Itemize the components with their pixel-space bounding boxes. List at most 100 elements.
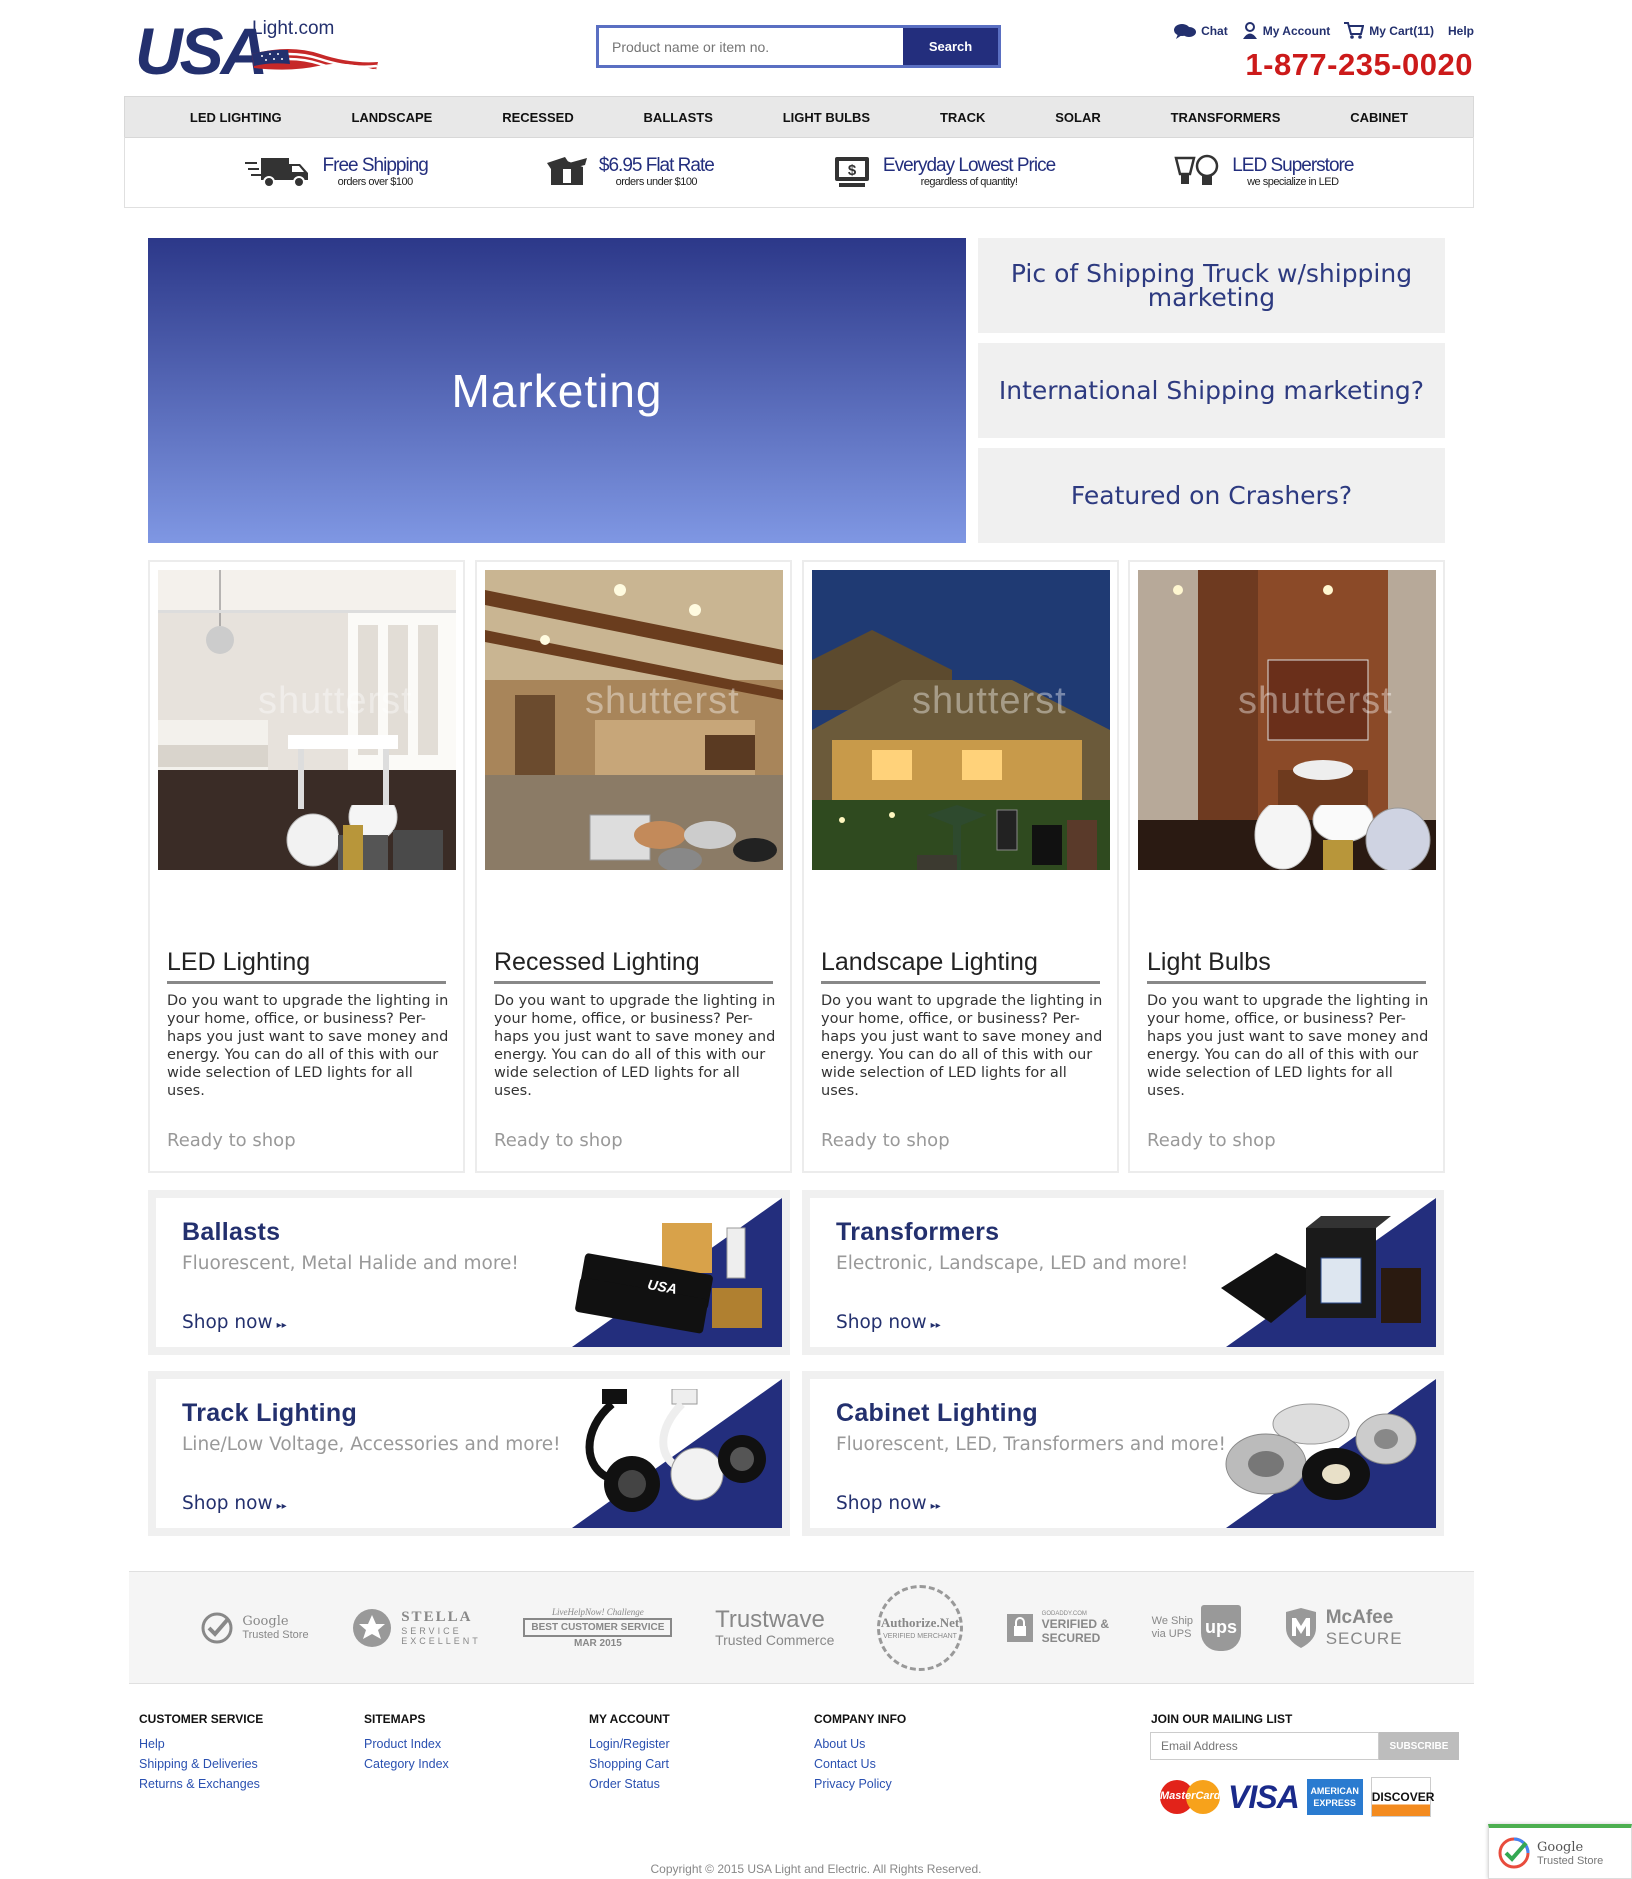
mcafee-badge[interactable]: McAfee SECURE — [1284, 1607, 1403, 1649]
phone-number[interactable]: 1-877-235-0020 — [1245, 48, 1473, 82]
footer-link-order-status[interactable]: Order Status — [589, 1774, 670, 1794]
footer-link-shipping[interactable]: Shipping & Deliveries — [139, 1754, 263, 1774]
stella-badge[interactable]: STELLA SERVICE EXCELLENT — [351, 1607, 481, 1649]
category-cabinet-lighting[interactable]: Cabinet Lighting Fluorescent, LED, Trans… — [802, 1371, 1444, 1536]
benefit-title: $6.95 Flat Rate — [598, 155, 715, 176]
benefits-bar: Free Shipping orders over $100 $6.95 Flat… — [124, 137, 1474, 208]
shop-now-link[interactable]: Shop now ▸▸ — [182, 1493, 287, 1514]
cart-label: My Cart(11) — [1369, 23, 1434, 38]
page: { "header": { "logo_main": "USA", "logo_… — [0, 0, 1632, 1879]
double-arrow-icon: ▸▸ — [930, 1320, 941, 1331]
card-description: Do you want to upgrade the lighting in y… — [494, 993, 776, 1099]
footer-link-cart[interactable]: Shopping Cart — [589, 1754, 670, 1774]
shop-now-link[interactable]: Shop now ▸▸ — [182, 1312, 287, 1333]
footer-link-returns[interactable]: Returns & Exchanges — [139, 1774, 263, 1794]
benefit-sub: regardless of quantity! — [920, 176, 1018, 188]
footer-link-contact[interactable]: Contact Us — [814, 1754, 906, 1774]
nav-cabinet[interactable]: CABINET — [1350, 110, 1408, 125]
trustwave-badge[interactable]: Trustwave Trusted Commerce — [715, 1605, 835, 1648]
card-description: Do you want to upgrade the lighting in y… — [167, 993, 449, 1099]
flag-icon — [252, 49, 378, 73]
hero-banner[interactable]: Marketing — [148, 238, 966, 543]
card-title[interactable]: Landscape Lighting — [821, 947, 1100, 984]
footer-link-privacy[interactable]: Privacy Policy — [814, 1774, 906, 1794]
benefit-sub: we specialize in LED — [1247, 176, 1339, 188]
watermark: shutterst — [258, 680, 413, 722]
category-card-landscape[interactable]: shutterst Landscape Lighting Do you want… — [802, 560, 1119, 1173]
ready-to-shop-link[interactable]: Ready to shop — [1147, 1130, 1276, 1151]
nav-landscape[interactable]: LANDSCAPE — [351, 110, 432, 125]
cart-icon — [1344, 22, 1365, 39]
site-logo[interactable]: USA Light.com — [135, 14, 415, 88]
trust-badges: Google Trusted Store STELLA SERVICE EXCELLE… — [129, 1571, 1474, 1684]
chat-link[interactable]: Chat — [1174, 23, 1228, 39]
ups-badge[interactable]: We Ship via UPS ups — [1151, 1604, 1242, 1651]
hero-text: Marketing — [451, 364, 663, 417]
ready-to-shop-link[interactable]: Ready to shop — [494, 1130, 623, 1151]
category-card-led[interactable]: shutterst LED Lighting Do you want to up… — [148, 560, 465, 1173]
promo-featured[interactable]: Featured on Crashers? — [978, 448, 1445, 543]
category-transformers[interactable]: Transformers Electronic, Landscape, LED … — [802, 1190, 1444, 1355]
footer-link-login[interactable]: Login/Register — [589, 1734, 670, 1754]
help-link[interactable]: Help — [1448, 24, 1474, 38]
category-card-recessed[interactable]: shutterst Recessed Lighting Do you want … — [475, 560, 792, 1173]
badge-line: VERIFIED MERCHANT — [883, 1633, 957, 1640]
search-button[interactable]: Search — [903, 28, 998, 65]
email-field[interactable] — [1150, 1732, 1379, 1760]
nav-light-bulbs[interactable]: LIGHT BULBS — [783, 110, 870, 125]
ready-to-shop-link[interactable]: Ready to shop — [821, 1130, 950, 1151]
double-arrow-icon: ▸▸ — [276, 1320, 287, 1331]
promo-international-shipping[interactable]: International Shipping marketing? — [978, 343, 1445, 438]
godaddy-verified-badge[interactable]: GODADDY.COM VERIFIED & SECURED — [1006, 1611, 1109, 1645]
ups-logo: ups — [1201, 1604, 1242, 1651]
category-title: Track Lighting — [182, 1399, 358, 1427]
promo-shipping-truck[interactable]: Pic of Shipping Truck w/shipping marketi… — [978, 238, 1445, 333]
subscribe-button[interactable]: SUBSCRIBE — [1379, 1732, 1459, 1760]
copyright: Copyright © 2015 USA Light and Electric.… — [650, 1862, 982, 1876]
livehelpnow-badge[interactable]: LiveHelpNow! Challenge BEST CUSTOMER SER… — [523, 1607, 673, 1649]
footer-link-product-index[interactable]: Product Index — [364, 1734, 449, 1754]
shop-now-link[interactable]: Shop now ▸▸ — [836, 1493, 941, 1514]
landscape-fixtures-image — [917, 805, 1097, 870]
logo-text: USA — [135, 14, 268, 88]
authorize-net-badge[interactable]: Authorize.Net VERIFIED MERCHANT — [877, 1584, 964, 1671]
badge-line: Trusted Commerce — [715, 1631, 835, 1648]
nav-ballasts[interactable]: BALLASTS — [644, 110, 713, 125]
ready-to-shop-link[interactable]: Ready to shop — [167, 1130, 296, 1151]
footer-link-about[interactable]: About Us — [814, 1734, 906, 1754]
benefit-title: Free Shipping — [322, 155, 429, 176]
recessed-housings-image — [589, 814, 777, 870]
box-icon — [546, 157, 587, 185]
category-subtitle: Line/Low Voltage, Accessories and more! — [182, 1434, 561, 1455]
card-title[interactable]: LED Lighting — [167, 947, 446, 984]
footer-link-help[interactable]: Help — [139, 1734, 263, 1754]
card-title[interactable]: Recessed Lighting — [494, 947, 773, 984]
cabinet-lights-image — [1225, 1403, 1417, 1500]
category-ballasts[interactable]: USA Ballasts Fluorescent, Metal Halide a… — [148, 1190, 790, 1355]
nav-solar[interactable]: SOLAR — [1055, 110, 1101, 125]
mastercard-logo: MasterCard — [1160, 1778, 1221, 1816]
google-trusted-badge[interactable]: Google Trusted Store — [200, 1611, 309, 1645]
badge-line: Trustwave — [715, 1605, 825, 1633]
shop-now-link[interactable]: Shop now ▸▸ — [836, 1312, 941, 1333]
nav-recessed[interactable]: RECESSED — [502, 110, 574, 125]
cart-link[interactable]: My Cart(11) — [1344, 22, 1434, 39]
google-trusted-store-widget[interactable]: Google Trusted Store — [1488, 1824, 1632, 1879]
watermark: shutterst — [1238, 680, 1393, 722]
footer-link-category-index[interactable]: Category Index — [364, 1754, 449, 1774]
footer-mailing-list: JOIN OUR MAILING LIST — [1151, 1712, 1292, 1734]
badge-line: We Ship — [1151, 1614, 1194, 1627]
search-input[interactable] — [599, 28, 903, 65]
card-title[interactable]: Light Bulbs — [1147, 947, 1426, 984]
nav-transformers[interactable]: TRANSFORMERS — [1171, 110, 1281, 125]
category-subtitle: Fluorescent, LED, Transformers and more! — [836, 1434, 1226, 1455]
category-track-lighting[interactable]: Track Lighting Line/Low Voltage, Accesso… — [148, 1371, 790, 1536]
footer-my-account: MY ACCOUNT Login/Register Shopping Cart … — [589, 1712, 670, 1794]
benefit-free-shipping: Free Shipping orders over $100 — [244, 155, 429, 189]
footer-customer-service: CUSTOMER SERVICE Help Shipping & Deliver… — [139, 1712, 263, 1794]
amex-logo: AMERICAN EXPRESS — [1306, 1779, 1363, 1815]
category-card-bulbs[interactable]: shutterst Light Bulbs Do you want to upg… — [1128, 560, 1445, 1173]
nav-led-lighting[interactable]: LED LIGHTING — [190, 110, 282, 125]
account-link[interactable]: My Account — [1242, 22, 1330, 39]
nav-track[interactable]: TRACK — [940, 110, 986, 125]
